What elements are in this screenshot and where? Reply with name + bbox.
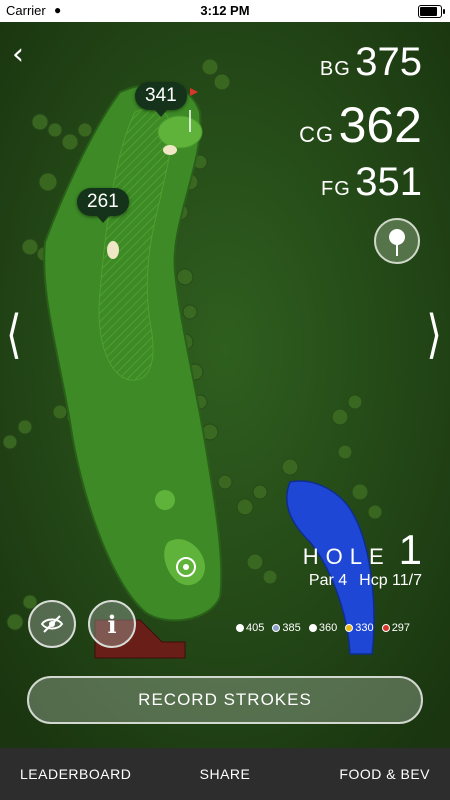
center-green-value: 362	[338, 97, 422, 153]
pin-location-button[interactable]	[374, 218, 420, 264]
tee-yardage: 385	[272, 622, 301, 634]
front-green-label: FG	[321, 178, 351, 200]
info-button[interactable]: i	[88, 600, 136, 648]
eye-off-icon	[40, 615, 64, 633]
back-green-value: 375	[355, 40, 422, 84]
back-button[interactable]: ‹	[12, 40, 24, 70]
tee-yardage: 297	[381, 622, 410, 634]
back-green-label: BG	[319, 58, 351, 80]
next-hole-button[interactable]: ⟩	[426, 309, 442, 361]
pin-icon	[389, 229, 405, 245]
handicap-label: Hcp 11/7	[359, 572, 422, 589]
tee-yardage: 330	[345, 622, 374, 634]
bottom-nav: LEADERBOARD SHARE FOOD & BEV	[0, 748, 450, 800]
front-green-value: 351	[355, 160, 422, 204]
hide-overlay-button[interactable]	[28, 600, 76, 648]
front-green-distance: FG 351	[321, 160, 422, 205]
white-tee-icon	[308, 624, 317, 632]
center-green-label: CG	[299, 122, 335, 147]
tee-yardages: 405 385 360 330 297	[236, 622, 415, 635]
clock: 3:12 PM	[200, 3, 250, 18]
info-icon: i	[107, 609, 117, 639]
red-tee-icon	[381, 624, 390, 632]
tee-yardage: 360	[308, 622, 337, 634]
hole-number: 1	[398, 526, 422, 573]
status-bar: Carrier ● 3:12 PM	[0, 0, 450, 22]
blue-tee-icon	[272, 624, 281, 632]
record-strokes-button[interactable]: RECORD STROKES	[27, 676, 423, 724]
hole-info: HOLE 1 Par 4 Hcp 11/7	[303, 526, 422, 590]
tee-yardage: 405	[236, 622, 264, 634]
hole-label: HOLE	[302, 544, 391, 569]
distance-marker-far[interactable]: 341	[135, 82, 187, 117]
battery-icon	[418, 5, 445, 18]
distance-marker-near[interactable]: 261	[77, 188, 129, 223]
back-green-distance: BG 375	[320, 40, 422, 85]
previous-hole-button[interactable]: ⟨	[6, 309, 22, 361]
center-green-distance: CG 362	[299, 96, 422, 154]
par-label: Par 4	[308, 572, 348, 589]
white-tee-icon	[236, 624, 244, 632]
gold-tee-icon	[345, 624, 354, 632]
tab-food-bev[interactable]: FOOD & BEV	[339, 766, 430, 782]
